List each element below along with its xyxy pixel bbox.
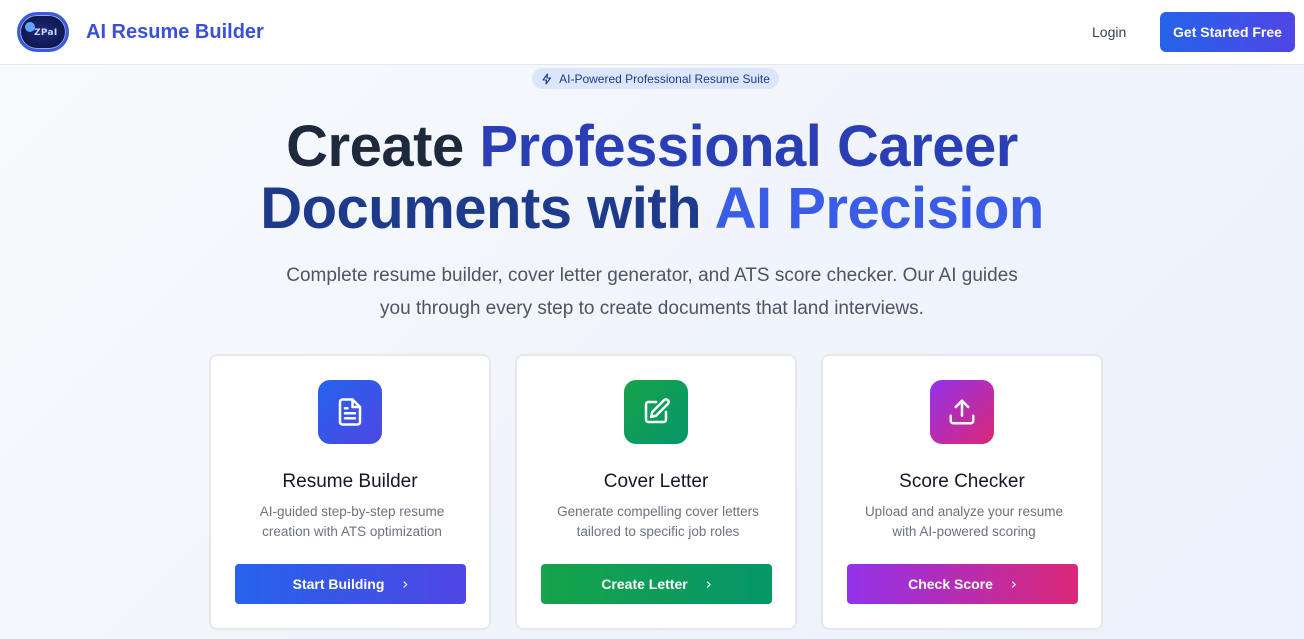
hero-title-part: Create	[286, 114, 480, 179]
upload-icon-box	[930, 380, 994, 444]
card-description: AI-guided step-by-step resume creation w…	[241, 502, 463, 542]
card-title: Resume Builder	[282, 471, 418, 492]
badge-text: AI-Powered Professional Resume Suite	[559, 71, 770, 86]
card-description: Generate compelling cover letters tailor…	[547, 502, 769, 542]
card-description: Upload and analyze your resume with AI-p…	[853, 502, 1075, 542]
card-description-line: Upload and analyze your resume	[864, 504, 1064, 519]
card-description-line: creation with ATS optimization	[262, 524, 442, 539]
start-building-button[interactable]: Start Building ›	[235, 564, 466, 604]
top-navbar: ZPaI AI Resume Builder Login Get Started…	[0, 0, 1304, 65]
create-letter-button[interactable]: Create Letter ›	[541, 564, 772, 604]
hero-title: Create Professional Career Documents wit…	[0, 116, 1304, 240]
card-description-line: Generate compelling cover letters	[557, 504, 759, 519]
button-label: Check Score	[908, 576, 993, 592]
card-description-line: AI-guided step-by-step resume	[259, 504, 445, 519]
cover-letter-card: Cover Letter Generate compelling cover l…	[515, 354, 797, 630]
feature-badge: AI-Powered Professional Resume Suite	[532, 68, 779, 89]
upload-icon	[949, 399, 975, 425]
card-title: Score Checker	[899, 471, 1025, 492]
hero-title-highlight: AI Precision	[714, 176, 1045, 241]
hero-subtitle-line: Complete resume builder, cover letter ge…	[286, 265, 1018, 286]
brand-name[interactable]: AI Resume Builder	[86, 21, 264, 44]
chevron-right-icon: ›	[705, 575, 712, 593]
button-label: Start Building	[292, 576, 385, 592]
card-description-line: tailored to specific job roles	[576, 524, 740, 539]
card-description-line: with AI-powered scoring	[892, 524, 1036, 539]
hero-title-part: Documents with	[260, 176, 715, 241]
check-score-button[interactable]: Check Score ›	[847, 564, 1078, 604]
hero-subtitle: Complete resume builder, cover letter ge…	[252, 259, 1052, 325]
chevron-right-icon: ›	[402, 575, 409, 593]
edit-icon	[644, 398, 670, 424]
score-checker-card: Score Checker Upload and analyze your re…	[821, 354, 1103, 630]
lightning-icon	[542, 72, 552, 85]
chevron-right-icon: ›	[1010, 575, 1017, 593]
logo-text: ZPaI	[34, 28, 58, 38]
get-started-button[interactable]: Get Started Free	[1160, 12, 1295, 52]
card-title: Cover Letter	[603, 471, 709, 492]
document-icon	[338, 398, 362, 426]
button-label: Create Letter	[601, 576, 688, 592]
hero-title-part: Professional Career	[479, 114, 1018, 179]
edit-icon-box	[624, 380, 688, 444]
logo[interactable]: ZPaI	[17, 12, 69, 52]
document-icon-box	[318, 380, 382, 444]
resume-builder-card: Resume Builder AI-guided step-by-step re…	[209, 354, 491, 630]
login-link[interactable]: Login	[1092, 24, 1126, 40]
hero-subtitle-line: you through every step to create documen…	[380, 298, 924, 319]
